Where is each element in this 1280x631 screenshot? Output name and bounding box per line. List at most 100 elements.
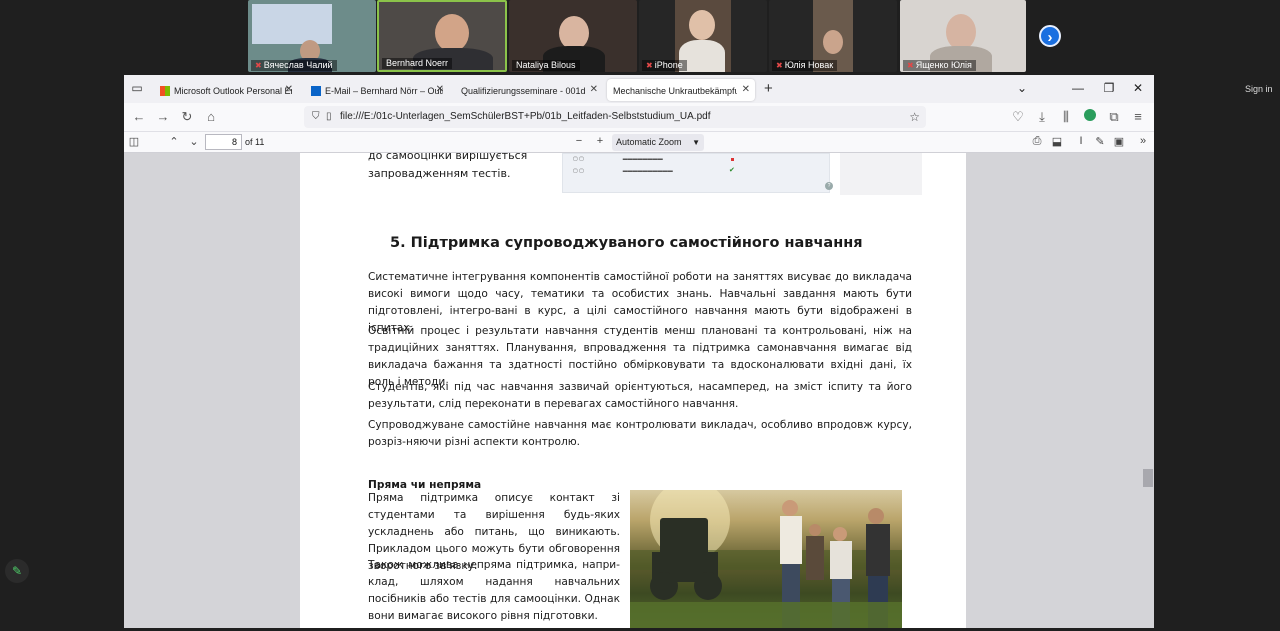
field-photo-scene <box>630 490 902 628</box>
previous-page-icon[interactable]: ⌃ <box>167 135 181 148</box>
navigation-bar: ← → ↻ ⌂ ⛉ ▯ file:///E:/01c-Unterlagen_Se… <box>124 103 1154 131</box>
participant-head <box>435 14 469 52</box>
tab-title: Mechanische Unkrautbekämpfung <box>613 85 737 96</box>
pdf-page: до самооцінки вирішується запровадженням… <box>300 153 966 628</box>
participant-head <box>689 10 715 40</box>
muted-mic-icon: ✖ <box>646 61 653 70</box>
close-window-icon[interactable]: ✕ <box>1130 81 1146 95</box>
pocket-icon[interactable]: ♡ <box>1010 109 1026 125</box>
profile-icon[interactable] <box>1082 109 1098 124</box>
zoom-select[interactable]: Automatic Zoom ▼ <box>612 134 704 151</box>
scrollbar-thumb[interactable] <box>1143 469 1153 487</box>
tab-title: E-Mail – Bernhard Nörr – Outlo <box>325 85 443 96</box>
new-tab-button[interactable]: + <box>764 79 773 99</box>
address-bar[interactable]: ⛉ ▯ file:///E:/01c-Unterlagen_SemSchüler… <box>304 106 926 128</box>
muted-mic-icon: ✖ <box>776 61 783 70</box>
more-tools-icon[interactable]: » <box>1136 135 1150 147</box>
tab-list-icon[interactable]: ▭ <box>129 81 145 97</box>
figure-row: ▢ ▢ ▬▬▬▬▬▬▬▬▬▬ <box>573 168 673 174</box>
close-icon[interactable]: ✕ <box>436 79 444 101</box>
home-icon[interactable]: ⌂ <box>203 109 219 124</box>
figure-side-panel <box>840 153 922 195</box>
tab-title: Microsoft Outlook Personal Ema <box>174 85 292 96</box>
participant-tile[interactable]: ✖ Ященко Юлія <box>900 0 1026 72</box>
participant-head <box>823 30 843 54</box>
paragraph: Студентів, які під час навчання зазвичай… <box>368 381 912 410</box>
participant-head <box>946 14 976 50</box>
microsoft-icon <box>160 85 170 96</box>
tab-pdf-active[interactable]: Mechanische Unkrautbekämpfung ✕ <box>607 79 755 101</box>
zoom-out-icon[interactable]: − <box>572 135 586 147</box>
vertical-scrollbar[interactable] <box>1142 153 1154 628</box>
close-icon[interactable]: ✕ <box>590 79 598 101</box>
column-paragraph: Також можлива непряма підтримка, напри-к… <box>368 559 620 622</box>
participant-name: ✖ iPhone <box>642 60 687 71</box>
draw-icon[interactable]: ✎ <box>1093 135 1107 148</box>
text-tool-icon[interactable]: I <box>1074 135 1088 147</box>
wall-poster <box>252 4 332 44</box>
participant-tile[interactable]: ✖ Юлія Новак <box>769 0 897 72</box>
browser-window: ▭ Microsoft Outlook Personal Ema ✕ E-Mail… <box>124 75 1154 628</box>
page-count: of 11 <box>245 137 265 147</box>
participant-tile[interactable]: ✖ Вячеслав Чалий <box>248 0 376 72</box>
reload-icon[interactable]: ↻ <box>179 109 195 125</box>
participant-name: ✖ Вячеслав Чалий <box>251 60 337 71</box>
minimize-icon[interactable]: — <box>1070 81 1086 95</box>
save-icon[interactable]: ⬓ <box>1050 135 1064 148</box>
zoom-in-icon[interactable]: + <box>593 135 607 147</box>
tab-bar: ▭ Microsoft Outlook Personal Ema ✕ E-Mail… <box>124 75 1154 103</box>
participant-tile[interactable]: Bernhard Noerr <box>377 0 507 72</box>
text-line: до самооцінки вирішується <box>368 153 528 162</box>
field-photo <box>630 490 902 628</box>
pdf-toolbar: ◫ ⌃ ⌄ 8 of 11 − + Automatic Zoom ▼ ⎙ ⬓ I … <box>124 131 1154 153</box>
back-icon[interactable]: ← <box>131 109 147 124</box>
participant-tile[interactable]: Nataliya Bilous <box>509 0 637 72</box>
close-icon[interactable]: ✕ <box>742 79 750 101</box>
next-page-icon[interactable]: ⌄ <box>187 135 201 148</box>
top-lines: до самооцінки вирішується запровадженням… <box>368 153 568 183</box>
tab-overflow-chevron-icon[interactable]: ⌄ <box>1014 81 1030 95</box>
extensions-icon[interactable]: ⧉ <box>1106 109 1122 125</box>
check-icon: ✔ <box>729 167 735 174</box>
pdf-viewer[interactable]: до самооцінки вирішується запровадженням… <box>124 153 1154 628</box>
zoom-value: Automatic Zoom <box>616 137 682 147</box>
menu-icon[interactable]: ≡ <box>1130 109 1146 124</box>
url-text[interactable]: file:///E:/01c-Unterlagen_SemSchülerBST+… <box>340 111 711 122</box>
restore-icon[interactable]: ❐ <box>1101 81 1117 95</box>
participant-head <box>559 16 589 50</box>
help-icon: ? <box>825 182 833 190</box>
outlook-icon <box>311 85 321 96</box>
muted-mic-icon: ✖ <box>907 61 914 70</box>
participant-tile[interactable]: ✖ iPhone <box>639 0 767 72</box>
figure-row: ▢ ▢ ▬▬▬▬▬▬▬▬ <box>573 156 663 162</box>
close-icon[interactable]: ✕ <box>285 79 293 101</box>
page-icon: ▯ <box>326 111 332 122</box>
next-participants-button[interactable]: › <box>1039 25 1061 47</box>
shield-icon[interactable]: ⛉ <box>312 106 320 128</box>
embedded-screenshot-figure: ▢ ▢ ▬▬▬▬▬▬▬▬ ▢ ▢ ▬▬▬▬▬▬▬▬▬▬ ✔ ? <box>562 153 833 193</box>
video-call-strip: ✖ Вячеслав Чалий Bernhard Noerr Nataliya … <box>0 0 1280 74</box>
tab-title: Qualifizierungsseminare - 001d_Pro <box>461 85 585 96</box>
sidebar-toggle-icon[interactable]: ◫ <box>127 135 141 148</box>
annotate-pencil-button[interactable]: ✎ <box>5 559 29 583</box>
sign-in-link[interactable]: Sign in <box>1245 84 1273 94</box>
tab-outlook-personal[interactable]: Microsoft Outlook Personal Ema ✕ <box>154 79 298 101</box>
downloads-icon[interactable]: ⤓ <box>1034 109 1050 125</box>
participant-name: ✖ Юлія Новак <box>772 60 838 71</box>
text-line: запровадженням тестів. <box>368 167 511 180</box>
participant-name: Bernhard Noerr <box>382 58 453 69</box>
tab-outlook-mail[interactable]: E-Mail – Bernhard Nörr – Outlo ✕ <box>305 79 449 101</box>
participant-name: ✖ Ященко Юлія <box>903 60 976 71</box>
image-icon[interactable]: ▣ <box>1112 135 1126 148</box>
tab-qualifizierung[interactable]: Qualifizierungsseminare - 001d_Pro ✕ <box>455 79 603 101</box>
bookmark-star-icon[interactable]: ☆ <box>909 106 920 128</box>
muted-mic-icon: ✖ <box>255 61 262 70</box>
section-heading: 5. Підтримка супроводжуваного самостійно… <box>390 235 863 251</box>
library-icon[interactable]: ⫼ <box>1058 109 1074 125</box>
participant-name: Nataliya Bilous <box>512 60 580 71</box>
page-number-input[interactable]: 8 <box>205 134 242 150</box>
paragraph: Супроводжуване самостійне навчання має к… <box>368 419 912 448</box>
print-icon[interactable]: ⎙ <box>1030 135 1044 148</box>
chevron-down-icon: ▼ <box>692 138 700 147</box>
forward-icon[interactable]: → <box>155 109 171 124</box>
